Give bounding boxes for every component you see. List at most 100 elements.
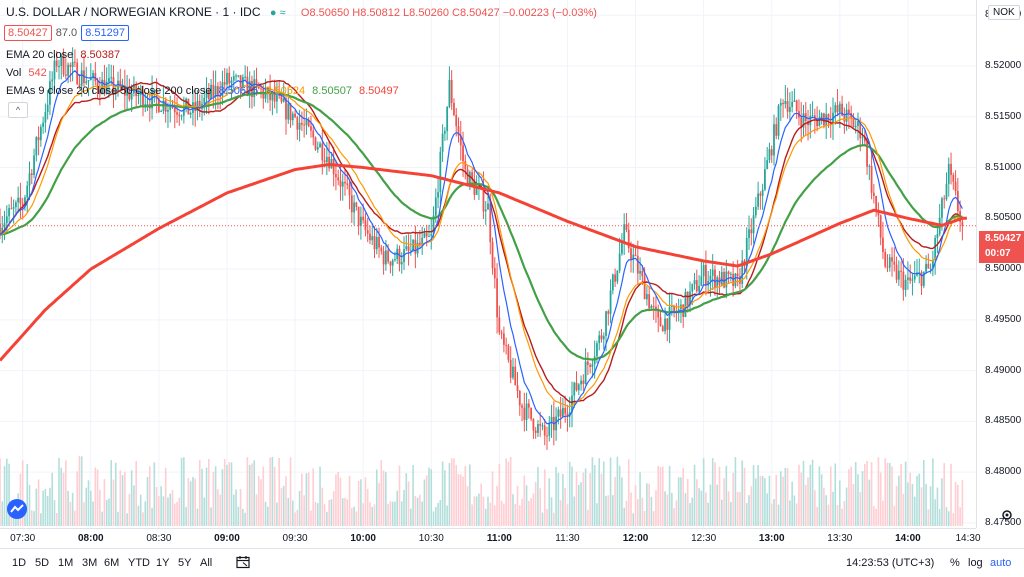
volume-bar [212, 471, 215, 526]
log-scale-button[interactable]: log [968, 557, 983, 569]
sell-price-button[interactable]: 8.50427 [4, 25, 52, 41]
range-all-button[interactable]: All [200, 557, 212, 569]
volume-bar [244, 512, 246, 526]
calendar-goto-icon[interactable] [236, 555, 250, 569]
volume-bar [214, 466, 217, 526]
volume-bar [357, 480, 360, 526]
price-scale[interactable]: 8.47500 8.48000 8.48500 8.49000 8.49500 8.500… [976, 0, 1024, 528]
volume-bar [237, 506, 240, 526]
currency-label[interactable]: NOK [988, 5, 1020, 20]
candle-body [67, 64, 69, 76]
candle-body [173, 107, 176, 113]
volume-bar [832, 491, 834, 526]
candle-body [287, 103, 290, 120]
volume-bar [278, 457, 280, 526]
candle-body [394, 259, 396, 261]
volume-bar [852, 484, 855, 526]
candle-body [5, 216, 8, 224]
time-axis[interactable]: 14:30 07:30 08:00 08:30 09:00 09:30 10:00 10:3… [0, 528, 981, 549]
volume-bar [425, 475, 428, 526]
candle-body [788, 106, 791, 112]
bid-ask-row: 8.50427 87.0 8.51297 [4, 25, 129, 41]
auto-scale-button[interactable]: auto [990, 557, 1011, 569]
volume-bar [301, 473, 303, 526]
candle-body [428, 235, 430, 237]
price-chart[interactable] [0, 0, 976, 528]
volume-bar [480, 483, 482, 526]
indicator-volume[interactable]: Vol 542 [6, 67, 47, 79]
range-ytd-button[interactable]: YTD [128, 557, 150, 569]
volume-bar [661, 466, 664, 526]
volume-bar [287, 498, 290, 526]
volume-bar [478, 493, 480, 526]
candle-body [582, 380, 585, 384]
candle-body [775, 124, 778, 136]
volume-bar [650, 496, 653, 526]
range-1y-button[interactable]: 1Y [156, 557, 169, 569]
candle-body [668, 306, 671, 330]
candle-body [936, 233, 939, 238]
candle-body [611, 274, 614, 291]
volume-bar [639, 472, 641, 526]
candle-body [176, 112, 178, 115]
volume-bar [804, 484, 807, 526]
indicator-emas[interactable]: EMAs 9 close 20 close 50 close 200 close… [6, 85, 399, 97]
candle-body [607, 311, 610, 314]
range-1d-button[interactable]: 1D [12, 557, 26, 569]
candle-body [33, 155, 35, 176]
volume-bar [253, 460, 256, 526]
volume-bar [907, 482, 909, 526]
range-1m-button[interactable]: 1M [58, 557, 73, 569]
time-tick-label: 12:30 [691, 533, 717, 544]
candle-body [909, 277, 912, 281]
volume-bar [612, 495, 614, 526]
range-6m-button[interactable]: 6M [104, 557, 119, 569]
candle-body [943, 198, 946, 200]
range-5y-button[interactable]: 5Y [178, 557, 191, 569]
volume-bar [394, 501, 396, 526]
range-3m-button[interactable]: 3M [82, 557, 97, 569]
candle-body [630, 248, 632, 260]
timezone-clock[interactable]: 14:23:53 (UTC+3) [846, 557, 934, 569]
volume-bar [553, 512, 555, 526]
symbol-title[interactable]: U.S. DOLLAR / NORWEGIAN KRONE · 1 · IDC [6, 5, 260, 19]
candle-body [732, 273, 735, 287]
volume-bar [668, 465, 671, 526]
volume-bar [369, 502, 371, 526]
tradingview-logo-icon[interactable] [6, 498, 28, 520]
candle-body [541, 425, 544, 427]
percent-scale-button[interactable]: % [950, 557, 960, 569]
volume-bar [895, 485, 898, 526]
price-tick-label: 8.48000 [985, 466, 1022, 478]
indicator-ema20[interactable]: EMA 20 close 8.50387 [6, 49, 120, 61]
volume-bar [736, 491, 739, 526]
candle-body [847, 109, 850, 114]
chart-pane[interactable] [0, 0, 976, 528]
volume-bar [62, 472, 65, 526]
candle-body [913, 275, 916, 280]
candle-body [446, 106, 449, 132]
candle-body [820, 113, 823, 118]
candle-body [702, 265, 705, 277]
indicator-label: EMA 20 close [6, 49, 74, 61]
volume-bar [305, 473, 308, 526]
volume-bar [684, 493, 687, 526]
volume-bar [680, 477, 682, 526]
candle-body [400, 262, 403, 265]
volume-bar [484, 508, 487, 526]
buy-price-button[interactable]: 8.51297 [81, 25, 129, 41]
volume-bar [194, 478, 196, 526]
volume-bar [296, 509, 299, 526]
candle-body [35, 137, 38, 156]
volume-bar [807, 477, 809, 526]
collapse-legend-button[interactable]: ^ [8, 102, 28, 118]
settings-icon[interactable] [1000, 508, 1014, 522]
candle-body [759, 193, 762, 196]
volume-bar [294, 512, 296, 526]
volume-bar [223, 459, 226, 526]
candle-body [348, 184, 351, 196]
candle-body [882, 237, 884, 253]
range-5d-button[interactable]: 5D [35, 557, 49, 569]
volume-bar [251, 463, 253, 526]
candle-body [543, 425, 546, 436]
